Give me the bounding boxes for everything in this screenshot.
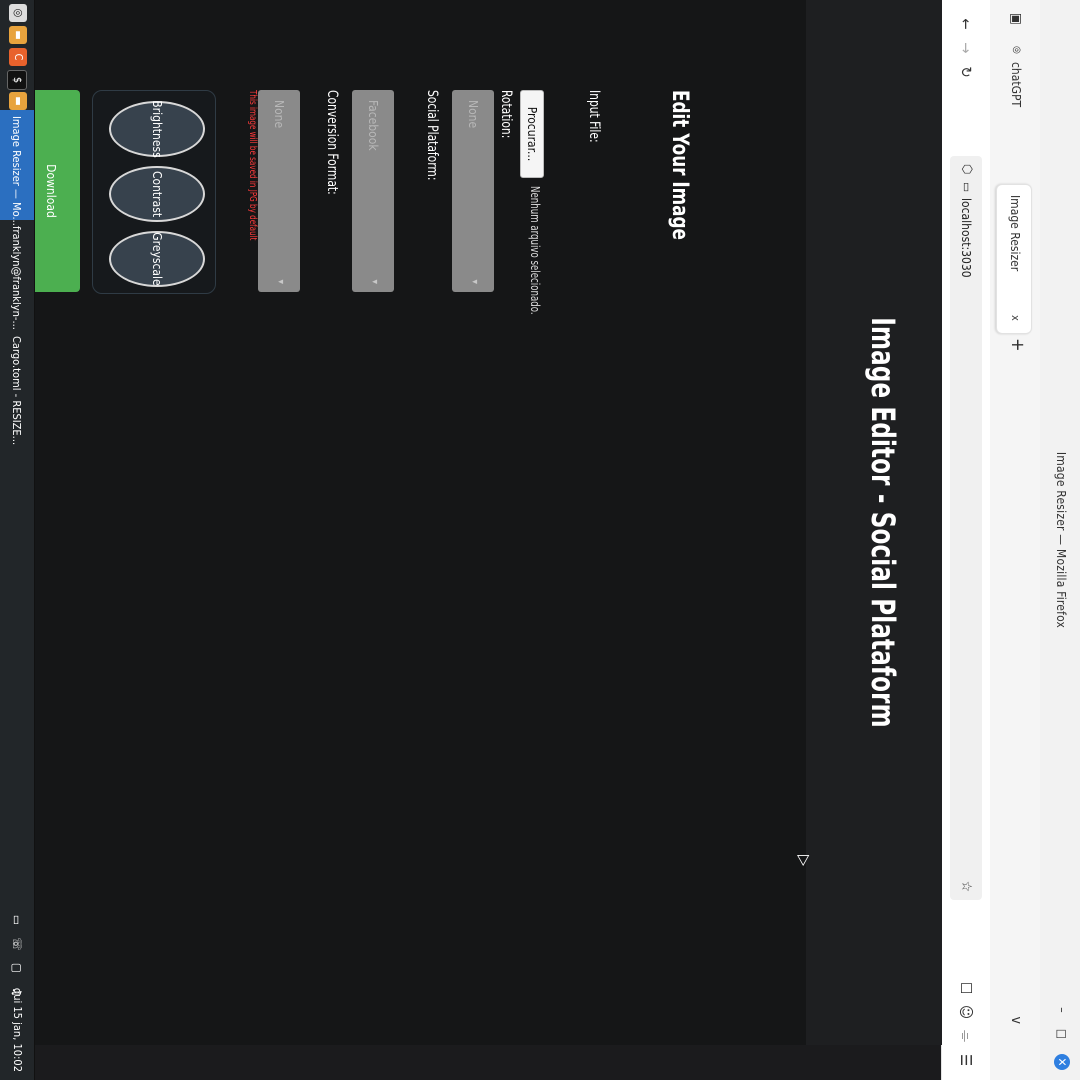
filter-buttons-group: Brightness Contrast Greyscale [92,90,216,294]
file-manager-icon[interactable]: ▬ [9,26,27,44]
brightness-button[interactable]: Brightness [109,100,205,158]
navigation-bar: ← → ↻ ⬡ ▭ localhost:3030 ☆ ☐ ☺ ⌯ ☰ [941,0,990,1080]
web-page: Image Editor - Social Plataform ▷ Edit Y… [0,0,942,1045]
task-label: Image Resizer — Mo... [10,116,23,226]
list-all-tabs-icon[interactable]: v [1008,1017,1024,1024]
desktop-screen: Image Resizer — Mozilla Firefox – □ ✕ ▣ … [0,0,1080,1080]
maximize-icon[interactable]: □ [1054,1026,1070,1042]
pocket-icon[interactable]: ☐ [956,978,976,998]
sidebar-toggle-icon[interactable]: ▣ [1005,8,1027,30]
window-title: Image Resizer — Mozilla Firefox [1054,451,1068,629]
new-tab-button[interactable]: + [1007,338,1028,352]
taskbar-item-terminal[interactable]: franklyn@franklyn-... [0,220,34,330]
conversion-format-label: Conversion Format: [324,90,340,195]
taskbar: ◎ ▬ C $ ▬ Image Resizer — Mo... franklyn… [0,0,35,1080]
browse-file-button[interactable]: Procurar... [520,90,544,178]
minimize-icon[interactable]: – [1054,1002,1070,1018]
task-label: Cargo.toml - RESIZE... [10,336,23,446]
rotation-select[interactable]: None ▾ [452,90,494,292]
forward-icon[interactable]: → [956,38,976,58]
close-window-icon[interactable]: ✕ [1054,1054,1070,1070]
folder-icon[interactable]: ▬ [9,92,27,110]
chevron-down-icon: ▾ [369,279,380,284]
back-icon[interactable]: ← [956,14,976,34]
url-text[interactable]: localhost:3030 [959,198,973,278]
tab-label: Image Resizer [1008,195,1022,272]
app-menu-icon[interactable]: ◎ [9,4,27,22]
chevron-down-icon: ▾ [275,279,286,284]
tab-close-icon[interactable]: x [1009,315,1022,321]
taskbar-item-vscode[interactable]: Cargo.toml - RESIZE... [0,330,34,446]
task-label: franklyn@franklyn-... [10,226,23,330]
page-info-icon[interactable]: ▭ [960,182,974,192]
rotation-value: None [466,100,480,129]
social-plataform-value: Facebook [366,100,380,151]
tab-image-resizer[interactable]: Image Resizer x [996,184,1032,334]
account-icon[interactable]: ☺ [956,1002,976,1022]
greyscale-label: Greyscale [150,232,164,286]
battery-icon[interactable]: ▭ [9,912,25,928]
url-bar[interactable]: ⬡ ▭ localhost:3030 ☆ [950,156,982,900]
openai-icon: ◎ [1011,46,1022,54]
social-plataform-label: Social Plataform: [424,90,440,181]
contrast-button[interactable]: Contrast [109,166,205,222]
mouse-cursor-icon: ▷ [795,855,814,867]
taskbar-item-image-resizer[interactable]: Image Resizer — Mo... [0,110,34,226]
chevron-down-icon: ▾ [469,279,480,284]
display-icon[interactable]: ▢ [9,960,25,976]
page-header: Image Editor - Social Plataform ▷ [795,0,942,1045]
file-status: Nenhum arquivo selecionado. [528,186,542,315]
extensions-icon[interactable]: ⌯ [956,1026,976,1046]
bookmark-star-icon[interactable]: ☆ [958,881,974,892]
reload-icon[interactable]: ↻ [956,62,976,82]
social-plataform-select[interactable]: Facebook ▾ [352,90,394,292]
brightness-label: Brightness [150,100,164,158]
rotation-label: Rotation: [498,90,514,139]
edit-heading: Edit Your Image [667,90,692,240]
conversion-format-value: None [272,100,286,129]
conversion-format-select[interactable]: None ▾ [258,90,300,292]
network-icon[interactable]: ☏ [9,936,25,952]
tab-label: chatGPT [1009,62,1023,108]
tab-chatgpt[interactable]: ◎ chatGPT x [998,40,1032,206]
greyscale-button[interactable]: Greyscale [109,231,205,287]
screen-stage: Image Resizer — Mozilla Firefox – □ ✕ ▣ … [0,0,1080,1080]
clock[interactable]: qui 15 jan, 10:02 [11,988,24,1072]
window-titlebar: Image Resizer — Mozilla Firefox – □ ✕ [1040,0,1080,1080]
tab-strip: ▣ ◎ chatGPT x Image Resizer x + v [989,0,1040,1080]
default-format-note: This image will be saved in JPG by defau… [247,90,258,241]
browser-launcher-icon[interactable]: C [9,48,27,66]
contrast-label: Contrast [150,170,164,218]
page-title: Image Editor - Social Plataform [864,317,902,728]
input-file-label: Input File: [586,90,602,143]
shield-icon[interactable]: ⬡ [959,164,974,174]
menu-icon[interactable]: ☰ [956,1050,976,1070]
terminal-icon[interactable]: $ [7,70,27,90]
